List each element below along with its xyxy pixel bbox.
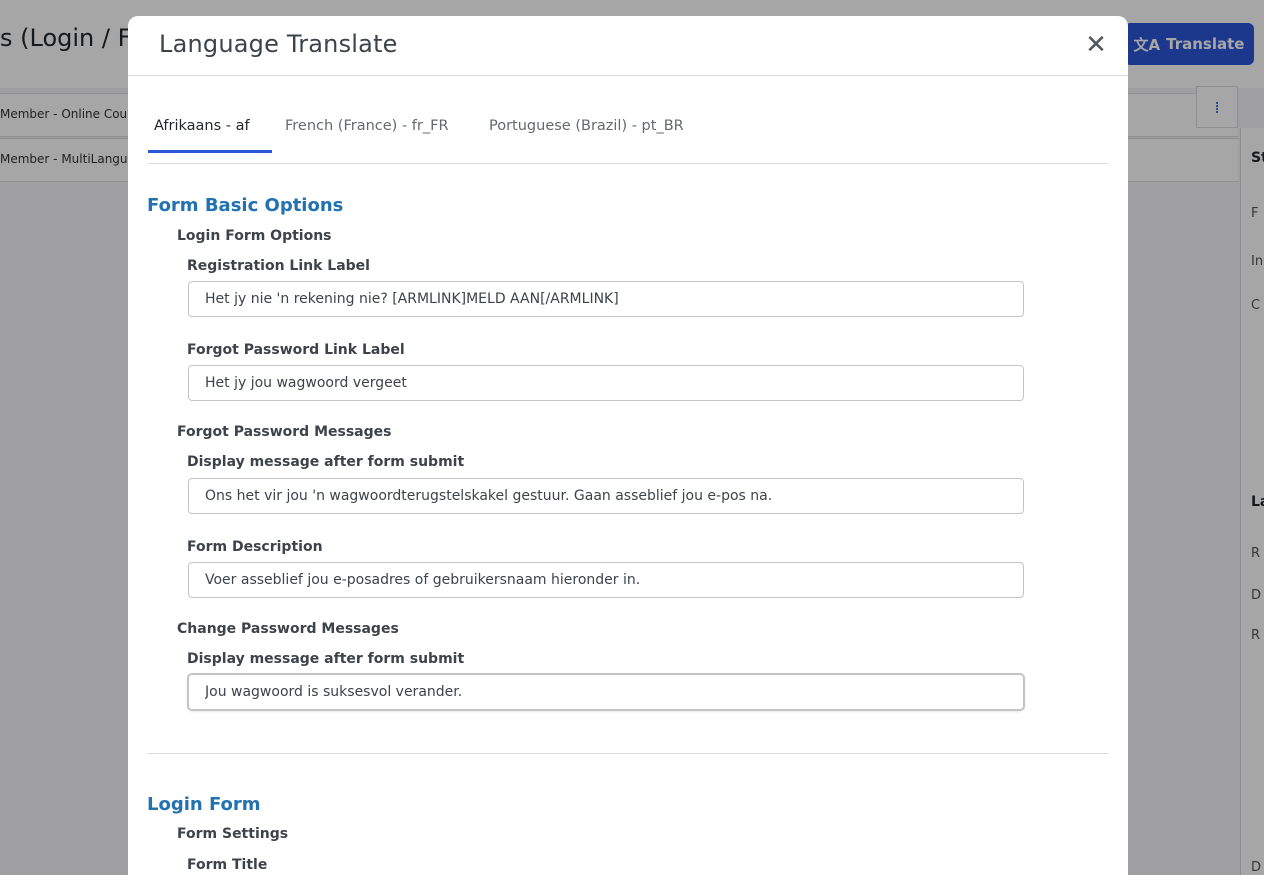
group-title-forgot-password-messages: Forgot Password Messages [177, 424, 392, 440]
forgot-display-message-input[interactable] [188, 478, 1024, 514]
active-tab-indicator [148, 150, 272, 153]
tab-french-france[interactable]: French (France) - fr_FR [279, 118, 455, 164]
modal-header: Language Translate ✕ [128, 16, 1128, 76]
modal-title: Language Translate [159, 30, 398, 58]
group-title-change-password-messages: Change Password Messages [177, 621, 399, 637]
group-title-form-settings: Form Settings [177, 826, 289, 842]
change-display-message-input[interactable] [188, 674, 1024, 710]
section-title-login-form: Login Form [147, 794, 261, 815]
forgot-password-link-input[interactable] [188, 365, 1024, 401]
language-translate-modal: Language Translate ✕ Afrikaans - af Fren… [128, 16, 1128, 875]
tab-portuguese-brazil[interactable]: Portuguese (Brazil) - pt_BR [483, 118, 690, 164]
group-title-login-form-options: Login Form Options [177, 228, 332, 244]
change-display-message-label: Display message after form submit [187, 651, 465, 667]
form-description-label: Form Description [187, 539, 323, 555]
close-icon[interactable]: ✕ [1082, 31, 1110, 59]
language-tabs: Afrikaans - af French (France) - fr_FR P… [148, 108, 1108, 164]
registration-link-label: Registration Link Label [187, 258, 370, 274]
forgot-display-message-label: Display message after form submit [187, 454, 465, 470]
section-divider [147, 753, 1108, 754]
forgot-password-link-label: Forgot Password Link Label [187, 342, 405, 358]
form-description-input[interactable] [188, 562, 1024, 598]
registration-link-input[interactable] [188, 281, 1024, 317]
tab-afrikaans[interactable]: Afrikaans - af [148, 118, 272, 164]
form-title-label: Form Title [187, 857, 268, 873]
section-title-form-basic-options: Form Basic Options [147, 195, 344, 216]
